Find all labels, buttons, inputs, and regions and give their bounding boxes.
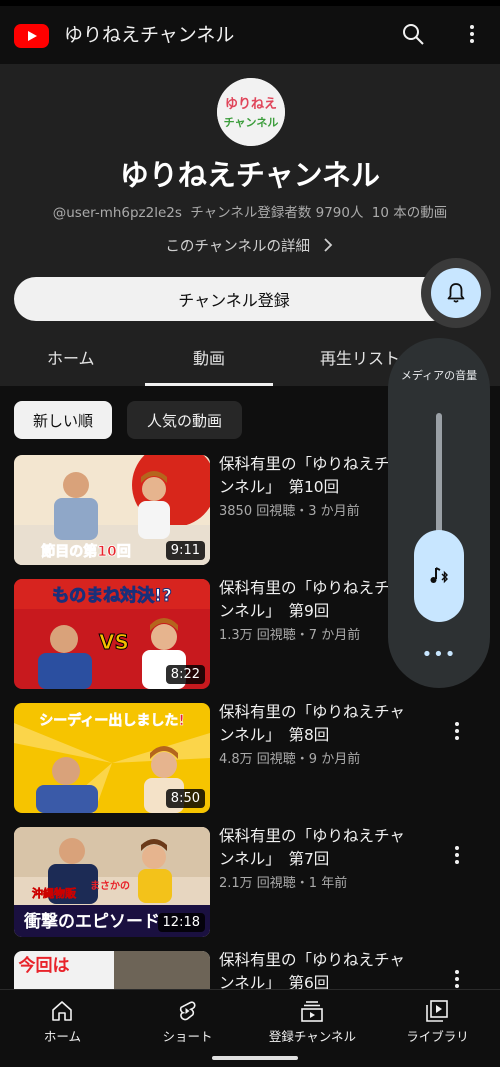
svg-text:沖縄物販: 沖縄物販 [32, 886, 77, 900]
video-duration: 8:50 [165, 789, 205, 808]
nav-subscriptions[interactable]: 登録チャンネル [250, 990, 375, 1048]
shorts-icon [179, 1001, 196, 1021]
video-meta: 3850 回視聴・3 か月前 [219, 504, 360, 519]
video-thumbnail[interactable]: 沖縄物販 まさかの 衝撃のエピソード 12:18 [14, 827, 210, 937]
tab-playlists[interactable]: 再生リスト [320, 345, 400, 369]
media-volume-panel: メディアの音量 ••• [388, 338, 490, 688]
svg-text:チャンネル: チャンネル [224, 116, 279, 129]
video-title[interactable]: 保科有里の「ゆりねえチャンネル」 第9回 [219, 577, 414, 623]
subscriber-count: チャンネル登録者数 9790人 [190, 205, 364, 221]
tab-active-indicator [145, 383, 273, 386]
video-thumbnail[interactable]: ものまね対決!? VS 8:22 [14, 579, 210, 689]
subscribe-button[interactable]: チャンネル登録 [14, 277, 454, 321]
library-icon [426, 1000, 448, 1022]
more-vert-icon[interactable] [460, 22, 484, 46]
video-item[interactable]: シーディー出しました! 8:50 保科有里の「ゆりねえチャンネル」 第8回 4.… [0, 703, 500, 813]
nav-subscriptions-label: 登録チャンネル [268, 1029, 357, 1044]
chip-popular[interactable]: 人気の動画 [127, 401, 242, 439]
channel-meta: @user-mh6pz2le2s チャンネル登録者数 9790人 10 本の動画 [0, 201, 500, 221]
more-vert-icon[interactable] [448, 967, 466, 991]
video-thumbnail[interactable]: 節目の第10回 9:11 [14, 455, 210, 565]
nav-home-label: ホーム [43, 1029, 82, 1044]
nav-shorts[interactable]: ショート [125, 990, 250, 1048]
svg-text:衝撃のエピソード: 衝撃のエピソード [23, 911, 160, 932]
video-meta: 4.8万 回視聴・9 か月前 [219, 752, 361, 767]
home-icon [52, 1001, 72, 1021]
video-title[interactable]: 保科有里の「ゆりねえチャンネル」 第8回 [219, 701, 414, 747]
svg-text:まさかの: まさかの [90, 880, 130, 892]
more-vert-icon[interactable] [448, 843, 466, 867]
volume-slider-thumb[interactable] [414, 530, 464, 622]
video-duration: 9:11 [165, 541, 205, 560]
svg-text:今回は: 今回は [19, 955, 70, 976]
subscriptions-icon [301, 1001, 323, 1022]
nav-shorts-label: ショート [162, 1029, 213, 1044]
svg-text:ものまね対決!?: ものまね対決!? [52, 585, 172, 606]
gesture-handle[interactable] [212, 1056, 298, 1060]
chevron-right-icon [323, 238, 332, 252]
channel-avatar[interactable]: ゆりねえ チャンネル [217, 78, 285, 146]
svg-text:ゆりねえ: ゆりねえ [225, 97, 277, 112]
topbar-title: ゆりねえチャンネル [64, 24, 235, 46]
channel-details-link[interactable]: このチャンネルの詳細 [0, 235, 500, 256]
bell-icon [447, 283, 465, 303]
video-meta: 1.3万 回視聴・7 か月前 [219, 628, 361, 643]
volume-label: メディアの音量 [400, 369, 478, 382]
music-bluetooth-icon [430, 567, 448, 584]
svg-text:VS: VS [99, 630, 129, 654]
channel-details-label: このチャンネルの詳細 [165, 239, 310, 255]
volume-more-button[interactable]: ••• [388, 644, 490, 665]
svg-text:シーディー出しました!: シーディー出しました! [39, 712, 184, 729]
tab-videos[interactable]: 動画 [193, 345, 225, 369]
video-thumbnail[interactable]: シーディー出しました! 8:50 [14, 703, 210, 813]
top-app-bar: ゆりねえチャンネル [0, 6, 500, 64]
video-title[interactable]: 保科有里の「ゆりねえチャンネル」 第7回 [219, 825, 414, 871]
svg-text:節目の第10回: 節目の第10回 [41, 543, 130, 560]
video-title[interactable]: 保科有里の「ゆりねえチャンネル」 第10回 [219, 453, 414, 499]
video-meta: 2.1万 回視聴・1 年前 [219, 876, 348, 891]
gesture-area [0, 1049, 500, 1067]
search-icon[interactable] [401, 22, 425, 46]
channel-handle: @user-mh6pz2le2s [52, 205, 182, 221]
nav-library-label: ライブラリ [406, 1029, 469, 1044]
channel-name: ゆりねえチャンネル [119, 158, 381, 192]
notification-bell-button[interactable] [431, 268, 481, 318]
video-item[interactable]: 沖縄物販 まさかの 衝撃のエピソード 12:18 保科有里の「ゆりねえチャンネル… [0, 827, 500, 937]
bottom-navigation: ホーム ショート 登録チャンネル ライブラリ [0, 989, 500, 1049]
video-count: 10 本の動画 [371, 205, 448, 221]
nav-home[interactable]: ホーム [0, 990, 125, 1048]
more-vert-icon[interactable] [448, 719, 466, 743]
video-duration: 12:18 [157, 913, 205, 932]
video-duration: 8:22 [165, 665, 205, 684]
chip-newest[interactable]: 新しい順 [14, 401, 112, 439]
nav-library[interactable]: ライブラリ [375, 990, 500, 1048]
youtube-logo-icon[interactable] [14, 24, 49, 48]
notification-bell-container [421, 258, 491, 328]
tab-home[interactable]: ホーム [47, 345, 95, 369]
